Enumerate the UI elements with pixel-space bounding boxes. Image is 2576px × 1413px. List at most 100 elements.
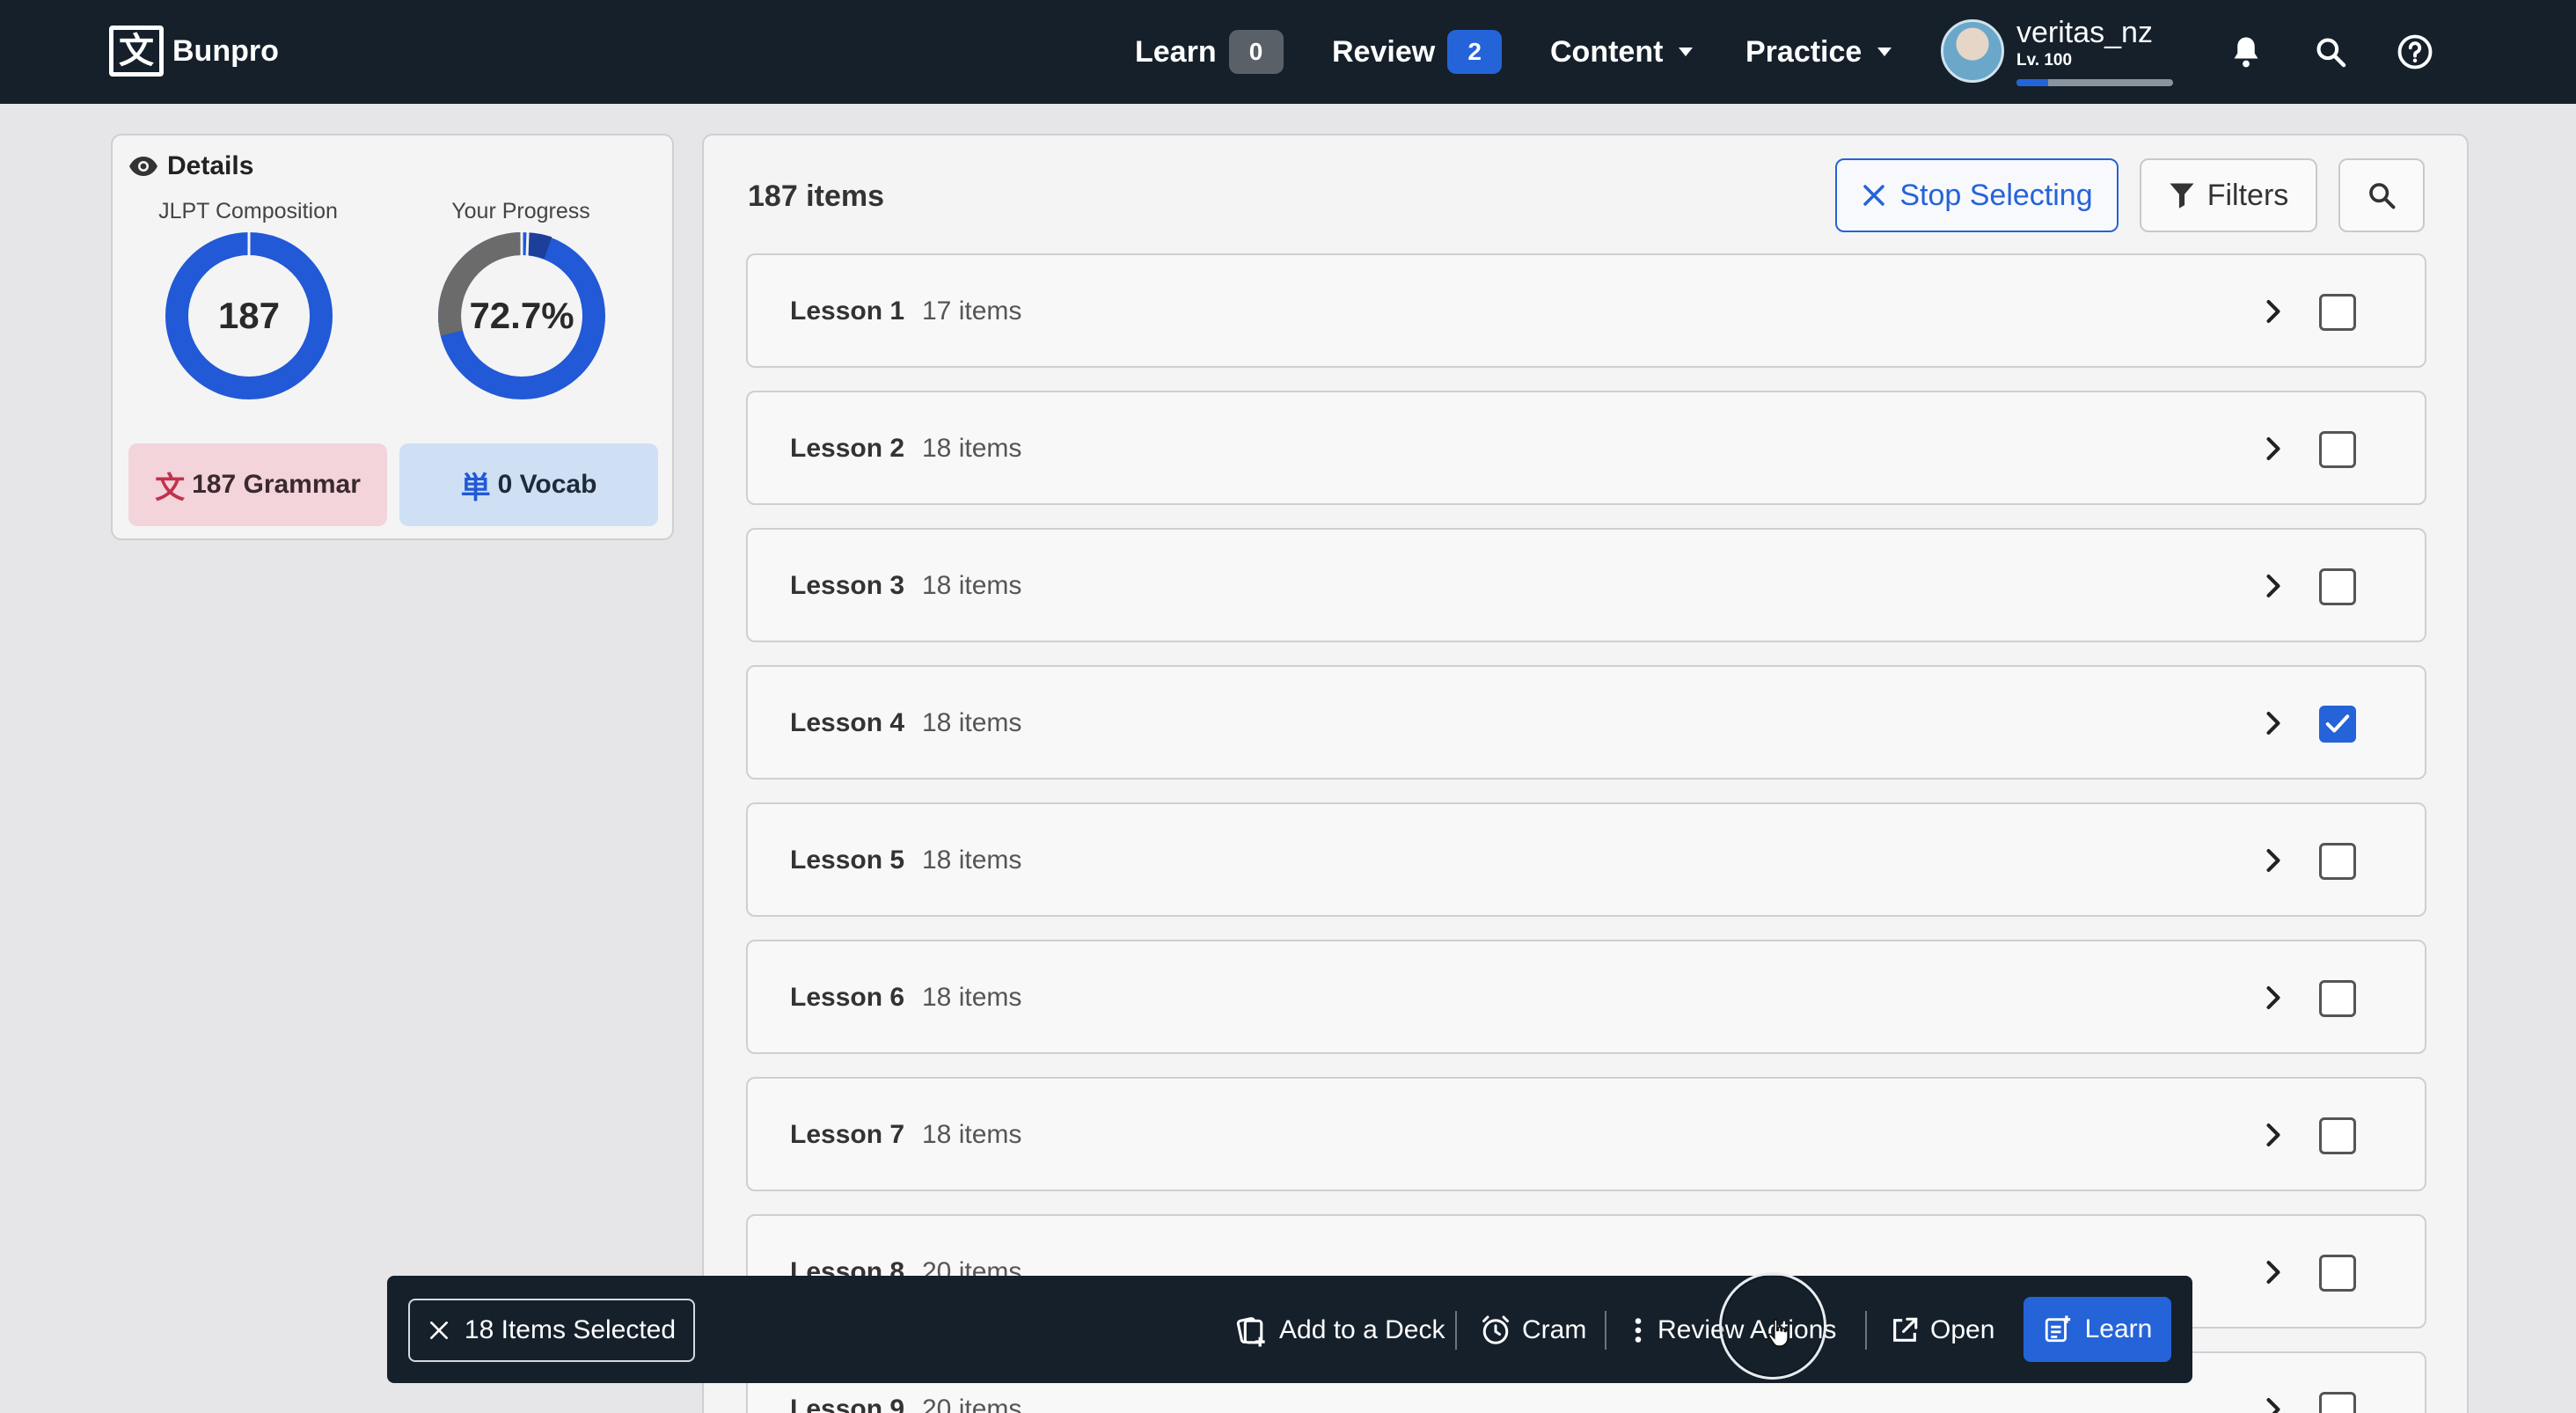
jlpt-composition-label: JLPT Composition — [158, 199, 338, 223]
stop-selecting-button[interactable]: Stop Selecting — [1835, 158, 2119, 232]
chevron-right-icon[interactable] — [2258, 845, 2289, 876]
nav-practice-label: Practice — [1745, 34, 1862, 69]
learn-button[interactable]: Learn — [2023, 1297, 2171, 1362]
clear-selection-button[interactable]: 18 Items Selected — [408, 1299, 695, 1362]
items-selected-label: 18 Items Selected — [464, 1315, 677, 1344]
jlpt-composition-ring: 187 — [165, 232, 333, 399]
xp-progress-bar — [2016, 79, 2173, 86]
lesson-name: Lesson 1 — [790, 297, 905, 326]
nav-content-label: Content — [1550, 34, 1664, 69]
close-icon — [429, 1321, 448, 1339]
lesson-name: Lesson 4 — [790, 708, 905, 737]
chevron-right-icon[interactable] — [2258, 1394, 2289, 1413]
hand-pointer-icon — [1767, 1319, 1789, 1347]
lesson-item-count: 18 items — [922, 708, 1022, 737]
lesson-checkbox[interactable] — [2319, 706, 2356, 743]
alarm-clock-icon — [1482, 1315, 1509, 1344]
details-card: Details JLPT Composition 187 Your Progre… — [111, 134, 674, 540]
chevron-right-icon[interactable] — [2258, 570, 2289, 602]
bunpro-logo[interactable]: 文 Bunpro — [109, 25, 279, 77]
logo-text: Bunpro — [172, 33, 279, 68]
eye-icon — [129, 157, 157, 176]
lesson-item-count: 17 items — [922, 297, 1022, 326]
external-link-icon — [1893, 1317, 1918, 1342]
lesson-row[interactable]: Lesson 7 18 items — [746, 1077, 2426, 1191]
search-icon[interactable] — [2309, 30, 2353, 74]
jlpt-composition-value: 187 — [217, 295, 281, 336]
filters-label: Filters — [2206, 178, 2289, 212]
lesson-checkbox[interactable] — [2319, 294, 2356, 331]
lesson-checkbox[interactable] — [2319, 1117, 2356, 1154]
nav-review-label: Review — [1332, 34, 1436, 69]
chevron-down-icon — [1679, 48, 1694, 56]
chevron-right-icon[interactable] — [2258, 296, 2289, 327]
review-count-badge: 2 — [1447, 30, 1503, 74]
your-progress-label: Your Progress — [451, 199, 590, 223]
lessons-panel: 187 items Stop Selecting Filters Lesson … — [702, 134, 2469, 1413]
logo-mark: 文 — [109, 26, 164, 77]
lesson-checkbox[interactable] — [2319, 843, 2356, 880]
cram-button[interactable]: Cram — [1480, 1299, 1586, 1362]
your-progress-value: 72.7% — [469, 295, 574, 336]
chevron-right-icon[interactable] — [2258, 1119, 2289, 1151]
add-to-deck-button[interactable]: Add to a Deck — [1235, 1299, 1445, 1362]
lesson-row[interactable]: Lesson 6 18 items — [746, 940, 2426, 1054]
lesson-checkbox[interactable] — [2319, 1255, 2356, 1292]
lesson-checkbox[interactable] — [2319, 980, 2356, 1017]
nav-content-dropdown[interactable]: Content — [1550, 26, 1694, 77]
lesson-name: Lesson 2 — [790, 434, 905, 463]
chevron-right-icon[interactable] — [2258, 982, 2289, 1014]
lesson-row[interactable]: Lesson 5 18 items — [746, 802, 2426, 917]
your-progress-ring: 72.7% — [438, 231, 605, 399]
bell-icon[interactable] — [2224, 30, 2268, 74]
stop-selecting-label: Stop Selecting — [1899, 178, 2093, 212]
lesson-checkbox[interactable] — [2319, 568, 2356, 605]
user-level: Lv. 100 — [2016, 51, 2073, 70]
grammar-count-pill[interactable]: 文 187 Grammar — [128, 443, 387, 526]
lesson-row[interactable]: Lesson 4 18 items — [746, 665, 2426, 780]
filter-icon — [2170, 183, 2194, 209]
chevron-right-icon[interactable] — [2258, 433, 2289, 465]
lesson-row[interactable]: Lesson 2 18 items — [746, 391, 2426, 505]
nav-learn-label: Learn — [1135, 34, 1217, 69]
open-button[interactable]: Open — [1890, 1299, 1994, 1362]
filters-button[interactable]: Filters — [2140, 158, 2317, 232]
lesson-item-count: 18 items — [922, 434, 1022, 463]
cram-label: Cram — [1522, 1315, 1587, 1344]
details-header: Details — [128, 151, 253, 181]
learn-icon — [2045, 1315, 2070, 1343]
learn-count-badge: 0 — [1228, 30, 1284, 74]
avatar[interactable] — [1941, 19, 2004, 83]
lesson-name: Lesson 6 — [790, 983, 905, 1012]
items-count: 187 items — [748, 179, 884, 213]
lesson-name: Lesson 9 — [790, 1395, 905, 1413]
vocab-count-label: 0 Vocab — [497, 470, 597, 499]
chevron-down-icon — [1877, 48, 1892, 56]
lesson-row[interactable]: Lesson 3 18 items — [746, 528, 2426, 642]
lesson-name: Lesson 5 — [790, 846, 905, 875]
username[interactable]: veritas_nz — [2016, 16, 2153, 50]
add-deck-icon — [1236, 1317, 1265, 1347]
grammar-count-label: 187 Grammar — [192, 470, 361, 499]
selection-action-bar: 18 Items Selected Add to a Deck Cram Rev… — [387, 1276, 2192, 1383]
lesson-name: Lesson 3 — [790, 571, 905, 600]
search-icon — [2369, 183, 2396, 209]
lesson-checkbox[interactable] — [2319, 1392, 2356, 1413]
panel-search-button[interactable] — [2338, 158, 2425, 232]
lesson-item-count: 18 items — [922, 983, 1022, 1012]
nav-practice-dropdown[interactable]: Practice — [1745, 26, 1892, 77]
nav-learn[interactable]: Learn 0 — [1135, 26, 1284, 77]
lesson-item-count: 18 items — [922, 571, 1022, 600]
chevron-right-icon[interactable] — [2258, 1256, 2289, 1288]
xp-progress-fill — [2016, 79, 2048, 86]
lesson-item-count: 20 items — [922, 1395, 1022, 1413]
lesson-checkbox[interactable] — [2319, 431, 2356, 468]
vocab-count-pill[interactable]: 単 0 Vocab — [399, 443, 658, 526]
open-label: Open — [1930, 1315, 1995, 1344]
more-vertical-icon — [1635, 1318, 1642, 1343]
help-icon[interactable] — [2393, 30, 2437, 74]
lesson-row[interactable]: Lesson 1 17 items — [746, 253, 2426, 368]
chevron-right-icon[interactable] — [2258, 707, 2289, 739]
divider — [1455, 1311, 1457, 1350]
nav-review[interactable]: Review 2 — [1332, 26, 1503, 77]
